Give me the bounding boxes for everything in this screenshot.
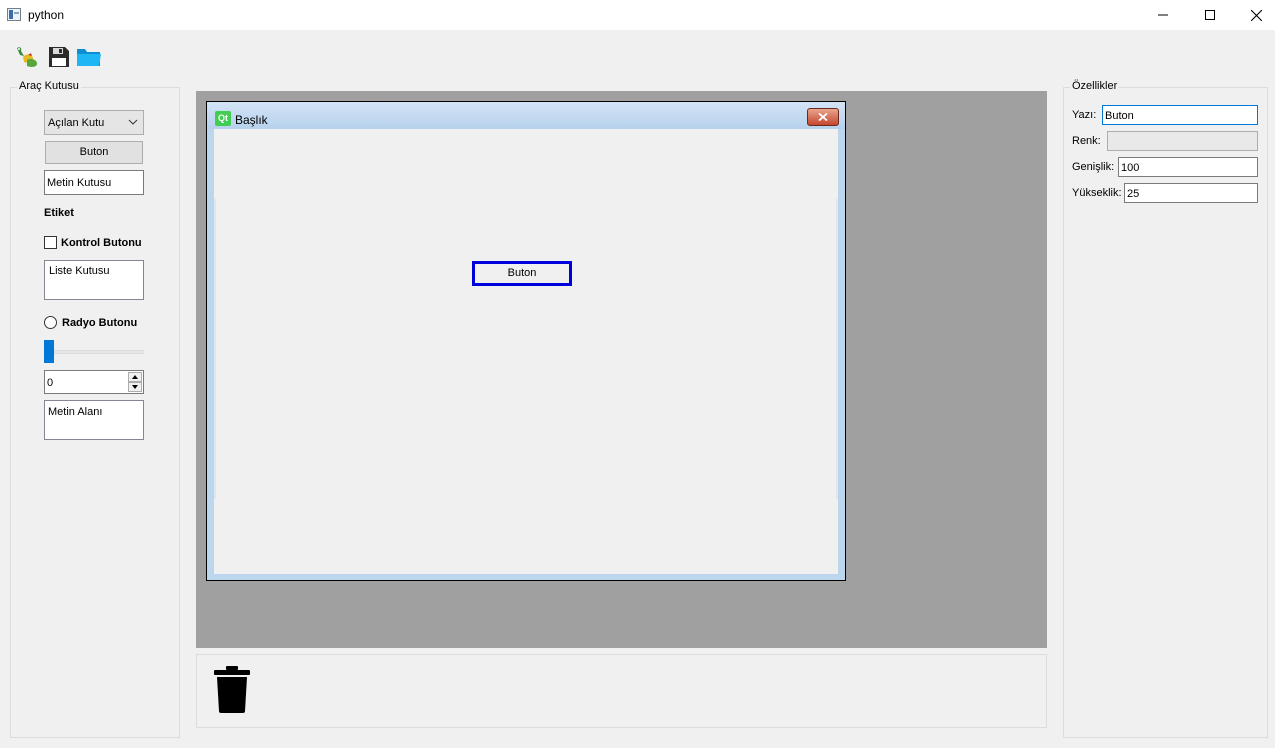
width-property-label: Genişlik: — [1072, 161, 1115, 173]
close-icon — [1250, 9, 1262, 21]
text-property-input[interactable]: Buton — [1102, 105, 1258, 125]
spinbox-value: 0 — [47, 377, 54, 389]
minimize-button[interactable] — [1140, 0, 1186, 30]
qt-icon: Qt — [215, 111, 231, 126]
lineedit-text: Metin Kutusu — [47, 177, 112, 189]
height-property-label: Yükseklik: — [1072, 187, 1122, 199]
height-property-input[interactable]: 25 — [1124, 183, 1258, 203]
toolbox-checkbox[interactable] — [44, 236, 57, 249]
combobox-label: Açılan Kutu — [48, 117, 105, 129]
app-icon — [7, 8, 21, 21]
design-window-client[interactable]: Buton — [214, 129, 838, 574]
close-icon — [818, 113, 828, 121]
listbox-text: Liste Kutusu — [49, 265, 110, 277]
toolbox-lineedit[interactable]: Metin Kutusu — [44, 170, 144, 195]
close-button[interactable] — [1233, 0, 1275, 30]
save-toolbar-button[interactable] — [46, 44, 72, 70]
design-window-close-button[interactable] — [807, 108, 839, 126]
spin-down-button[interactable] — [128, 382, 142, 392]
toolbox-button[interactable]: Buton — [45, 141, 143, 164]
toolbox-label[interactable]: Etiket — [44, 207, 74, 219]
text-property-label: Yazı: — [1072, 109, 1097, 121]
properties-title: Özellikler — [1070, 80, 1120, 92]
client-edge-right — [836, 199, 838, 499]
toolbox-radio[interactable] — [44, 316, 57, 329]
python-toolbar-button[interactable] — [14, 44, 40, 70]
arrow-up-icon — [132, 375, 138, 379]
text-property-value: Buton — [1105, 110, 1134, 122]
radio-label[interactable]: Radyo Butonu — [62, 317, 137, 329]
client-edge-left — [214, 199, 216, 499]
selected-design-button[interactable]: Buton — [472, 261, 572, 286]
design-window-titlebar: Qt Başlık — [207, 102, 845, 129]
design-window-title: Başlık — [235, 113, 268, 127]
title-bar: python — [0, 0, 1275, 30]
chevron-down-icon — [128, 119, 138, 125]
maximize-button[interactable] — [1187, 0, 1233, 30]
save-icon — [49, 47, 69, 67]
trash-icon — [214, 666, 250, 713]
toolbox-textarea[interactable]: Metin Alanı — [44, 400, 144, 440]
toolbox-combobox[interactable]: Açılan Kutu — [44, 110, 144, 135]
toolbox-spinbox[interactable]: 0 — [44, 370, 144, 394]
width-property-value: 100 — [1121, 162, 1140, 174]
textarea-text: Metin Alanı — [48, 406, 103, 418]
height-property-value: 25 — [1127, 188, 1140, 200]
maximize-icon — [1205, 10, 1215, 20]
minimize-icon — [1158, 14, 1168, 16]
open-folder-icon — [77, 49, 101, 66]
color-property-input[interactable] — [1107, 131, 1258, 151]
python-icon — [17, 47, 38, 67]
toolbox-title: Araç Kutusu — [17, 80, 81, 92]
design-window[interactable]: Qt Başlık Buton — [206, 101, 846, 581]
trash-area[interactable] — [196, 654, 1047, 728]
spin-up-button[interactable] — [128, 372, 142, 382]
open-toolbar-button[interactable] — [76, 44, 102, 70]
toolbox-slider-track[interactable] — [44, 350, 144, 354]
toolbox-slider-handle[interactable] — [44, 340, 54, 363]
arrow-down-icon — [132, 385, 138, 389]
window-title: python — [28, 8, 65, 22]
checkbox-label[interactable]: Kontrol Butonu — [61, 237, 142, 249]
width-property-input[interactable]: 100 — [1118, 157, 1258, 177]
toolbox-listbox[interactable]: Liste Kutusu — [44, 260, 144, 300]
color-property-label: Renk: — [1072, 135, 1101, 147]
